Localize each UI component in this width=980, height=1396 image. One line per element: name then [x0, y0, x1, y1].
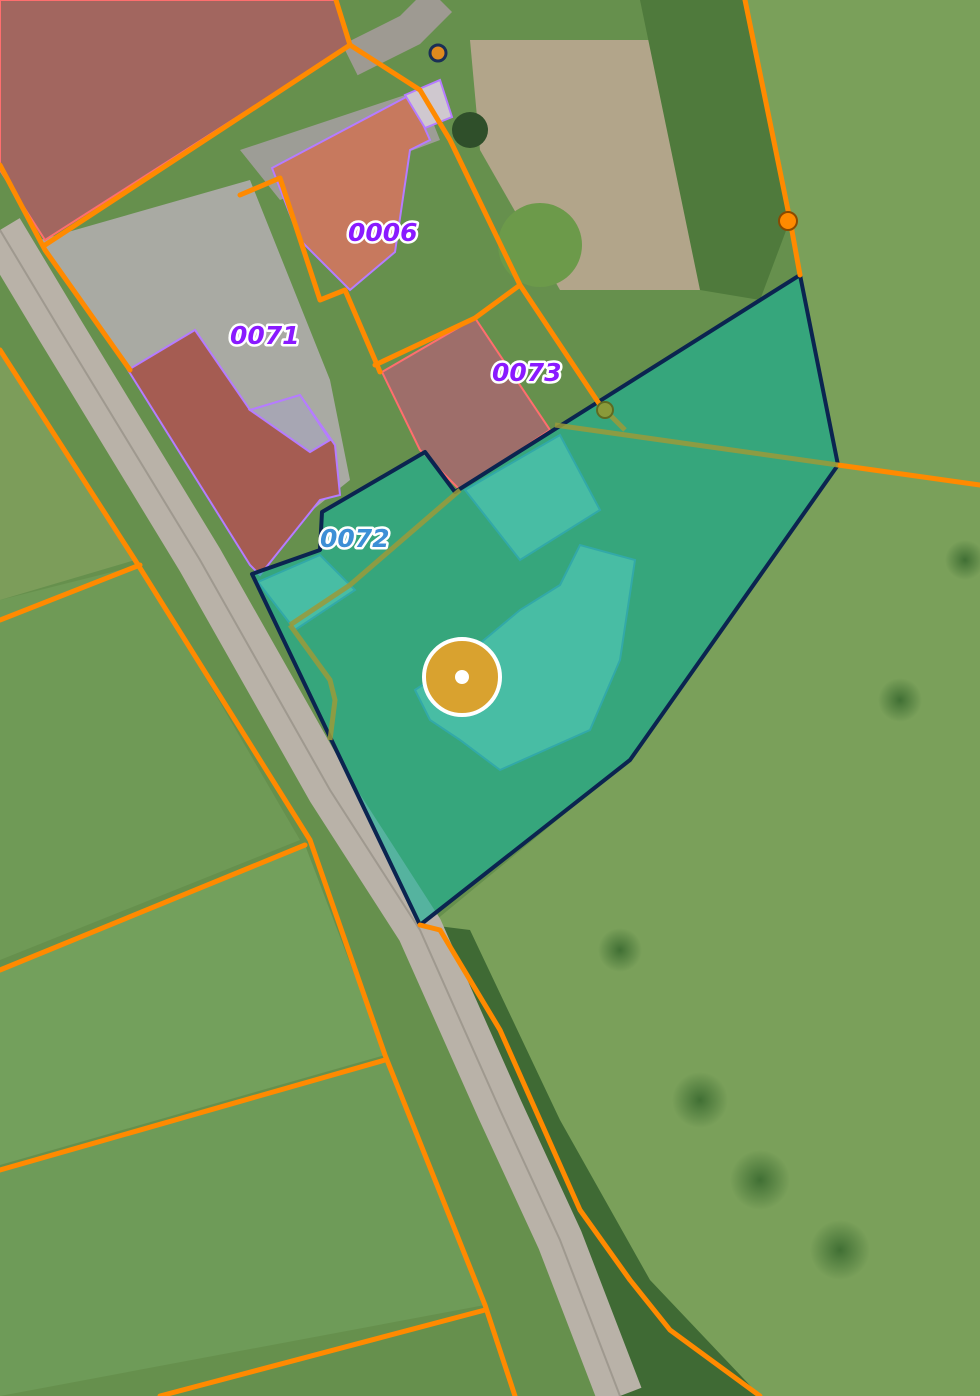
parcel-label-0006: 0006	[348, 218, 418, 247]
parcel-label-0071: 0071	[230, 321, 300, 350]
map-canvas[interactable]: 0006 0071 0073 0072	[0, 0, 980, 1396]
location-target-icon[interactable]	[422, 637, 502, 717]
parcel-label-0072: 0072	[320, 524, 390, 553]
parcel-label-0073: 0073	[492, 358, 562, 387]
boundary-vertex-icon	[428, 43, 448, 63]
map-view[interactable]: 0006 0071 0073 0072	[0, 0, 980, 1396]
boundary-vertex-icon	[596, 401, 614, 419]
boundary-vertex-icon	[778, 211, 798, 231]
